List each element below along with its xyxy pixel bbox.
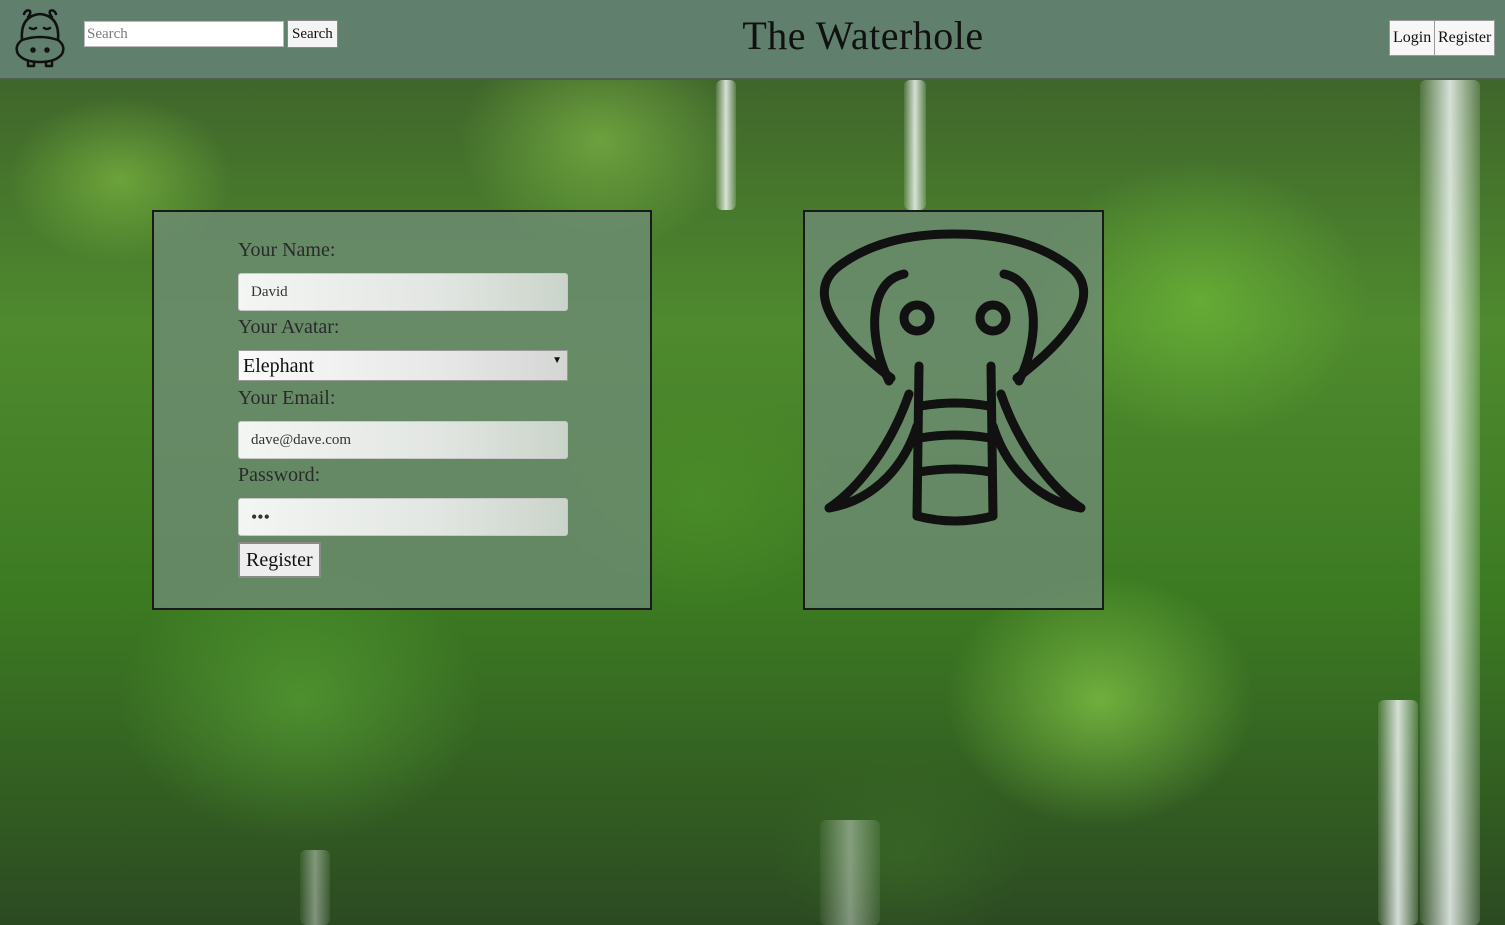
register-submit-button[interactable]: Register bbox=[238, 542, 321, 578]
site-title: The Waterhole bbox=[742, 13, 984, 58]
password-field[interactable] bbox=[238, 498, 568, 536]
avatar-label: Your Avatar: bbox=[238, 316, 340, 338]
page: Search The Waterhole Login Register Your… bbox=[0, 0, 1505, 925]
name-field[interactable] bbox=[238, 273, 568, 311]
chevron-down-icon: ▼ bbox=[552, 355, 562, 366]
avatar-preview bbox=[803, 210, 1104, 610]
header-bar: Search The Waterhole Login Register bbox=[0, 0, 1505, 80]
email-field[interactable] bbox=[238, 421, 568, 459]
email-label: Your Email: bbox=[238, 387, 336, 409]
password-label: Password: bbox=[238, 464, 321, 486]
elephant-icon bbox=[819, 229, 1089, 526]
avatar-select-value: Elephant bbox=[243, 355, 315, 377]
register-nav-button[interactable]: Register bbox=[1434, 20, 1496, 56]
login-button[interactable]: Login bbox=[1389, 20, 1436, 56]
registration-form: Your Name: Your Avatar: Elephant ▼ Your … bbox=[152, 210, 652, 610]
name-label: Your Name: bbox=[238, 239, 336, 261]
avatar-select[interactable]: Elephant ▼ bbox=[238, 350, 568, 381]
